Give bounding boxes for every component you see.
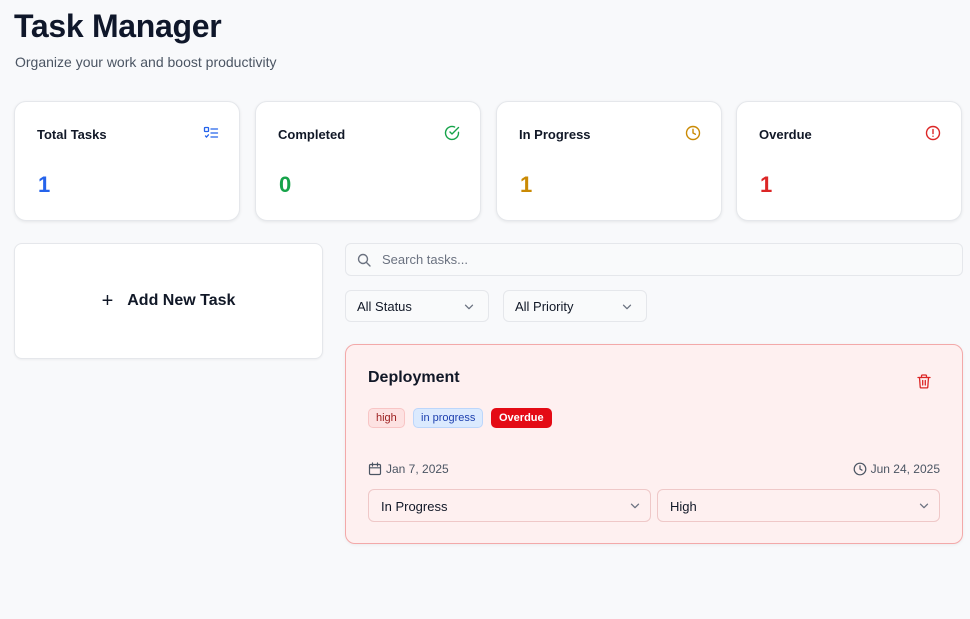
search-input[interactable] (382, 244, 952, 275)
due-date: Jun 24, 2025 (853, 462, 940, 476)
task-manager-page: Task Manager Organize your work and boos… (0, 0, 970, 619)
trash-icon[interactable] (917, 374, 931, 389)
plus-icon: + (101, 290, 114, 312)
stat-label: Total Tasks (37, 127, 107, 142)
status-filter-select[interactable]: All Status (345, 290, 489, 322)
clock-icon (685, 125, 701, 141)
chevron-down-icon (919, 503, 929, 509)
priority-filter-select[interactable]: All Priority (503, 290, 647, 322)
task-priority-value: High (670, 499, 697, 514)
calendar-icon (368, 462, 382, 476)
task-priority-select[interactable]: High (657, 489, 940, 522)
stat-value: 1 (520, 172, 533, 197)
due-date-text: Jun 24, 2025 (870, 462, 940, 476)
task-title: Deployment (368, 369, 460, 386)
task-status-value: In Progress (381, 499, 448, 514)
start-date: Jan 7, 2025 (368, 462, 449, 476)
chevron-down-icon (630, 503, 640, 509)
list-check-icon (203, 126, 219, 138)
stat-label: Overdue (759, 127, 812, 142)
task-card: Deployment high in progress Overdue Jan … (345, 344, 963, 544)
stat-card-overdue: Overdue 1 (736, 101, 962, 221)
page-title: Task Manager (14, 8, 222, 44)
chevron-down-icon (464, 304, 474, 310)
search-icon (357, 253, 371, 267)
stat-value: 1 (760, 172, 773, 197)
stat-value: 0 (279, 172, 292, 197)
search-box (345, 243, 963, 276)
priority-filter-value: All Priority (515, 299, 574, 314)
page-subtitle: Organize your work and boost productivit… (15, 54, 277, 70)
status-badge: in progress (413, 408, 484, 428)
stat-label: Completed (278, 127, 346, 142)
chevron-down-icon (622, 304, 632, 310)
status-filter-value: All Status (357, 299, 412, 314)
add-new-task-button[interactable]: + Add New Task (14, 243, 323, 359)
priority-badge: high (368, 408, 405, 428)
stat-value: 1 (38, 172, 51, 197)
clock-icon (853, 462, 866, 476)
check-circle-icon (444, 125, 460, 141)
overdue-badge: Overdue (491, 408, 552, 428)
stat-card-in-progress: In Progress 1 (496, 101, 722, 221)
start-date-text: Jan 7, 2025 (386, 462, 449, 476)
stat-card-completed: Completed 0 (255, 101, 481, 221)
stat-card-total: Total Tasks 1 (14, 101, 240, 221)
alert-circle-icon (925, 125, 941, 141)
add-new-task-label: Add New Task (127, 292, 236, 309)
stat-label: In Progress (519, 127, 591, 142)
task-status-select[interactable]: In Progress (368, 489, 651, 522)
